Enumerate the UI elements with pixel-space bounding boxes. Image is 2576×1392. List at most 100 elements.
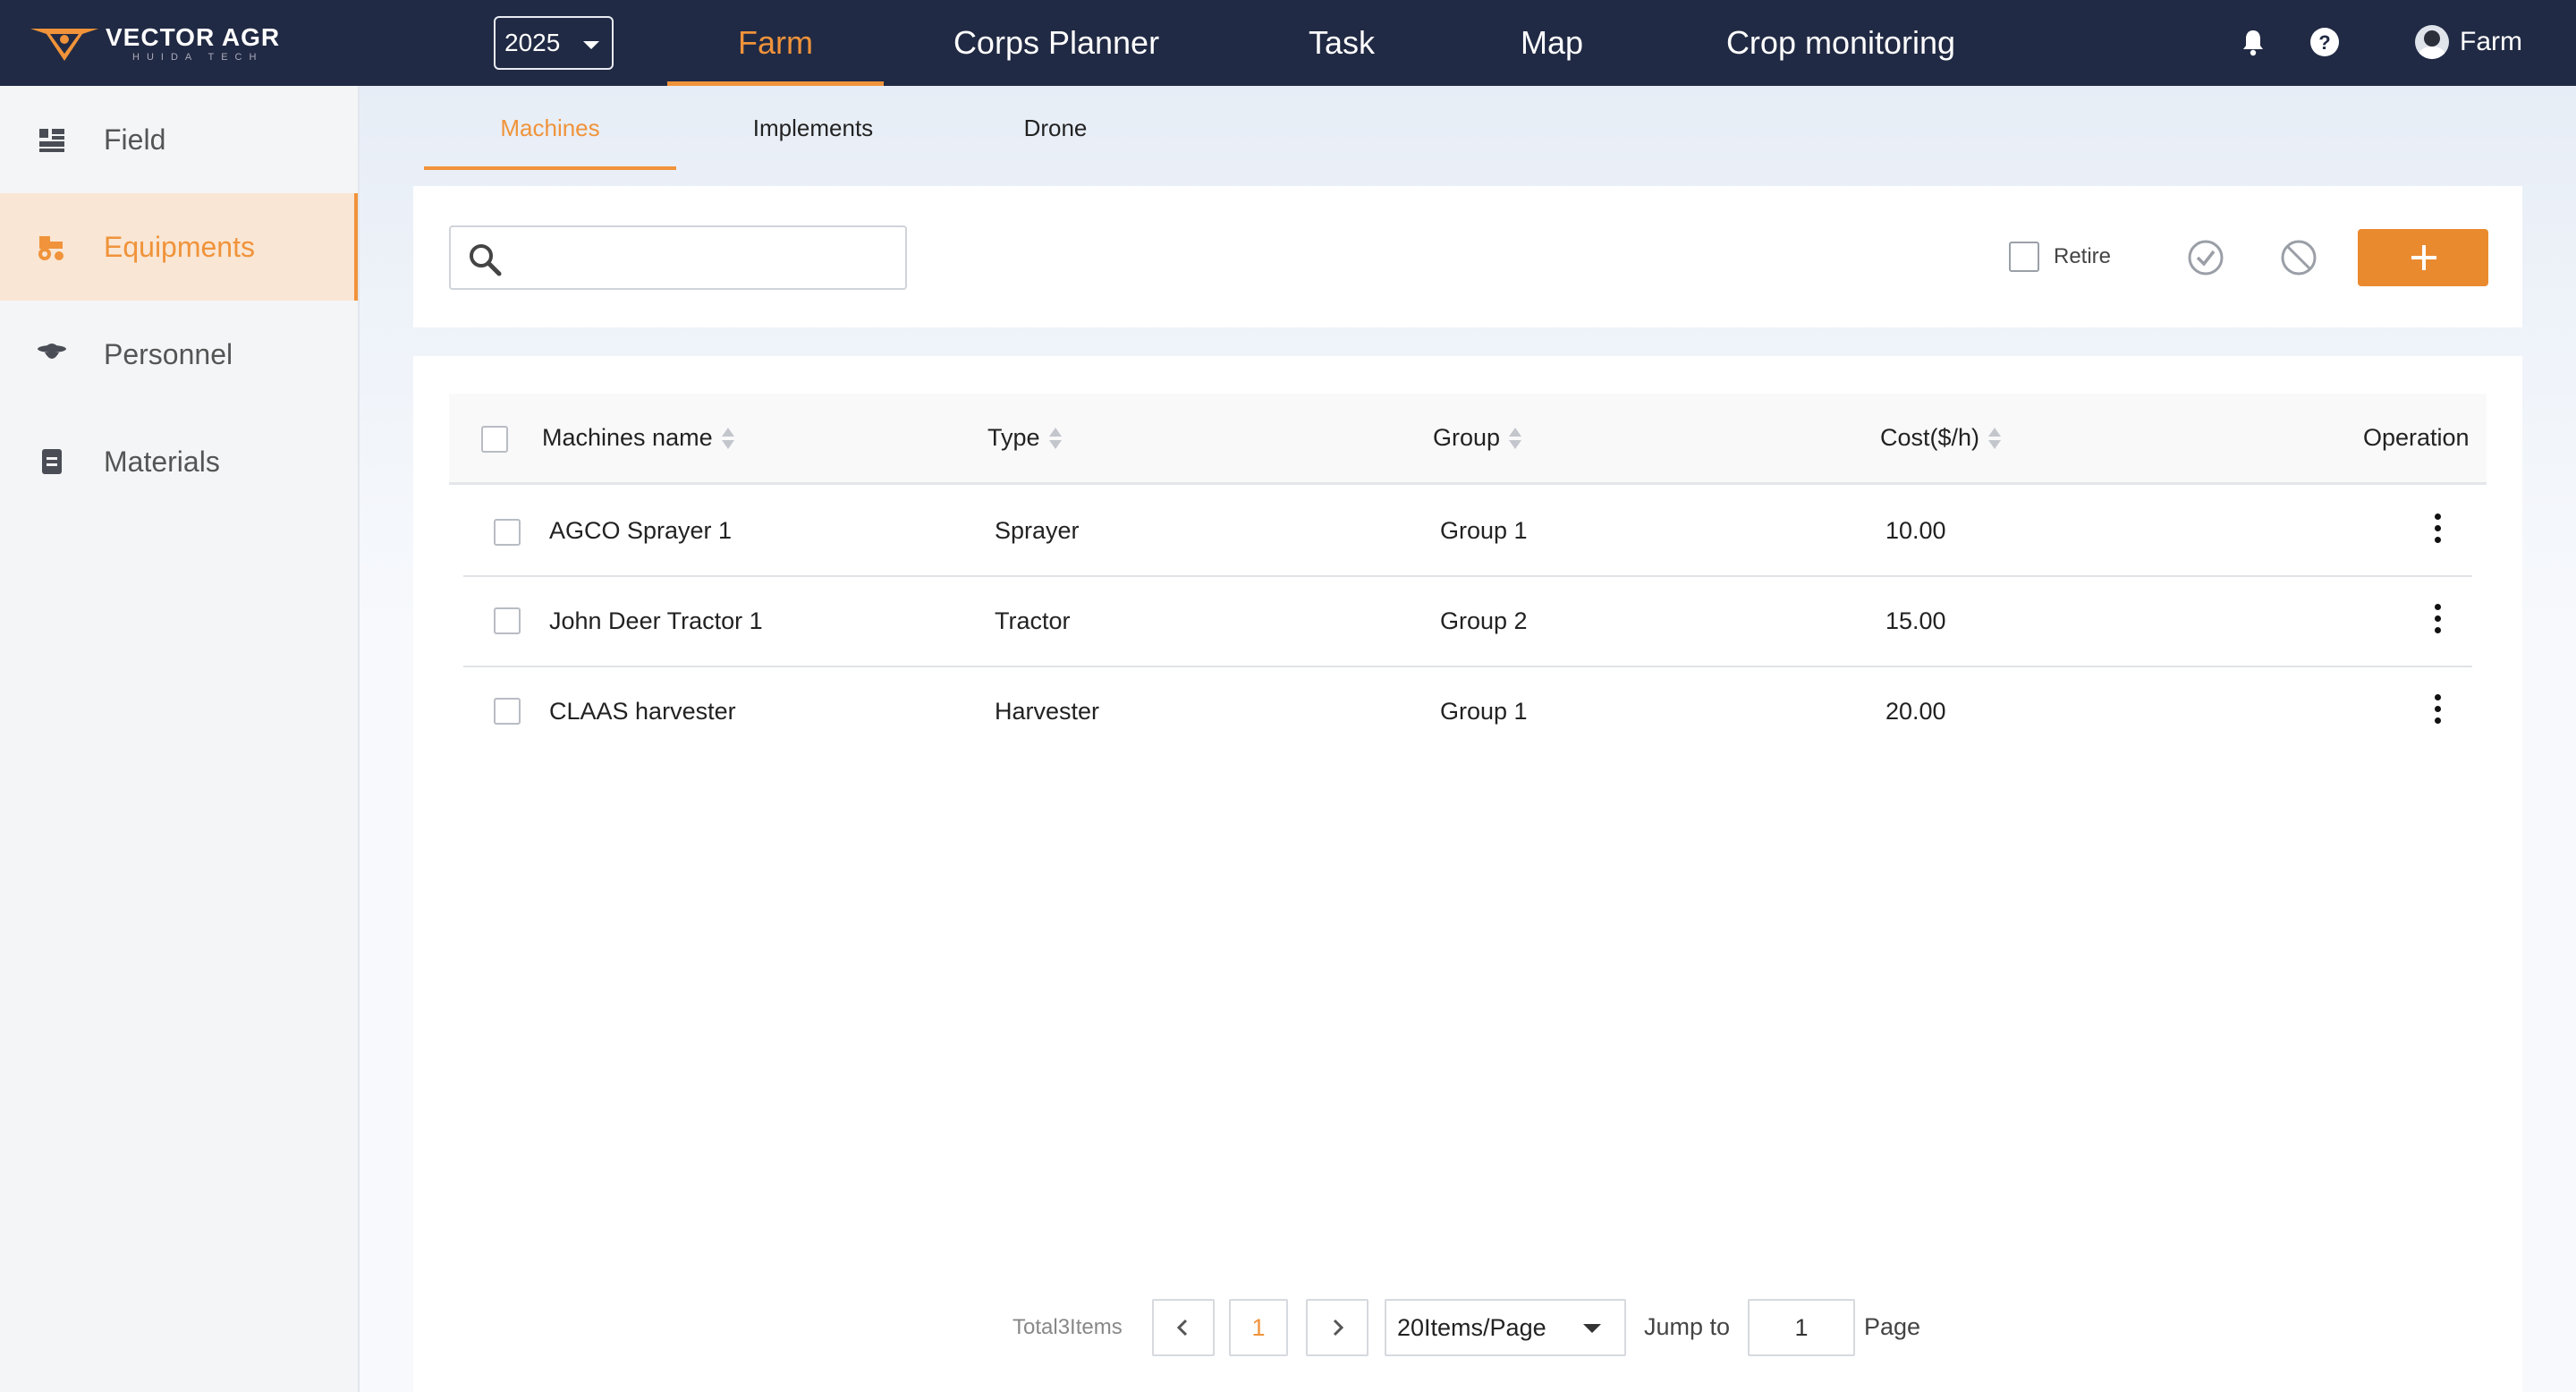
page-size-value: 20Items/Page (1397, 1313, 1546, 1341)
tab-drone[interactable]: Drone (993, 86, 1118, 170)
nav-corps-planner-label: Corps Planner (953, 24, 1160, 61)
column-header-operation-label: Operation (2363, 424, 2470, 451)
sort-icon[interactable] (1509, 426, 1522, 451)
nav-task-label: Task (1308, 24, 1376, 61)
bell-icon[interactable] (2238, 27, 2268, 57)
row-checkbox[interactable] (494, 519, 521, 546)
year-value: 2025 (504, 29, 561, 56)
user-name: Farm (2460, 27, 2522, 56)
cell-cost: 20.00 (1885, 698, 1946, 725)
nav-map-label: Map (1520, 24, 1584, 61)
nav-crop-monitoring-label: Crop monitoring (1725, 24, 1956, 61)
column-header-name[interactable]: Machines name (542, 424, 734, 452)
sidebar-item-label: Equipments (104, 230, 255, 263)
row-checkbox[interactable] (494, 698, 521, 725)
jump-to-label: Jump to (1644, 1313, 1731, 1340)
nav-map[interactable]: Map (1503, 0, 1601, 86)
retire-label: Retire (2054, 244, 2112, 268)
clipboard-icon (42, 449, 62, 474)
field-icon (39, 129, 64, 152)
page-label: Page (1864, 1313, 1921, 1340)
chevron-right-icon (1333, 1319, 1344, 1337)
add-machine-button[interactable] (2358, 229, 2488, 286)
more-vertical-icon[interactable] (2435, 694, 2442, 730)
nav-farm[interactable]: Farm (667, 0, 884, 86)
tab-implements-label: Implements (752, 114, 874, 141)
filter-toolbar: Retire (413, 186, 2522, 327)
sort-icon[interactable] (1988, 426, 2002, 451)
disable-icon[interactable] (2279, 238, 2318, 277)
jump-to-input[interactable] (1748, 1299, 1855, 1356)
more-vertical-icon[interactable] (2435, 604, 2442, 640)
top-navigation-bar: VECTOR AGR HUIDA TECH 2025 Farm Corps Pl… (0, 0, 2576, 86)
column-header-cost[interactable]: Cost($/h) (1880, 424, 2002, 452)
user-menu[interactable]: Farm (2415, 25, 2522, 59)
page-size-select[interactable]: 20Items/Page (1385, 1299, 1626, 1356)
cell-cost: 10.00 (1885, 517, 1946, 544)
search-box[interactable] (449, 225, 907, 290)
sidebar-item-label: Materials (104, 445, 220, 478)
pagination-total: Total3Items (1013, 1315, 1123, 1339)
prev-page-button[interactable] (1152, 1299, 1215, 1356)
retire-filter[interactable]: Retire (2009, 242, 2111, 272)
sidebar-item-field[interactable]: Field (0, 86, 358, 193)
table-row[interactable]: AGCO Sprayer 1 Sprayer Group 1 10.00 (463, 487, 2472, 577)
select-all-checkbox[interactable] (481, 426, 508, 453)
farmer-icon (38, 344, 66, 359)
sidebar-item-materials[interactable]: Materials (0, 408, 358, 515)
cell-name: John Deer Tractor 1 (549, 607, 763, 634)
sort-icon[interactable] (1048, 426, 1062, 451)
chevron-down-icon (583, 41, 599, 49)
row-checkbox[interactable] (494, 607, 521, 634)
search-input[interactable] (513, 236, 889, 279)
brand-tagline: HUIDA TECH (132, 52, 264, 63)
sidebar-item-equipments[interactable]: Equipments (0, 193, 358, 301)
tab-implements[interactable]: Implements (716, 86, 911, 170)
column-header-cost-label: Cost($/h) (1880, 424, 1980, 451)
app-logo[interactable]: VECTOR AGR HUIDA TECH (29, 21, 279, 66)
tab-machines-label: Machines (500, 114, 600, 141)
cell-group: Group 1 (1440, 517, 1528, 544)
cell-type: Tractor (995, 607, 1071, 634)
sidebar: Field Equipments Personnel Materials (0, 86, 360, 1392)
cell-type: Sprayer (995, 517, 1080, 544)
column-header-type[interactable]: Type (987, 424, 1062, 452)
page-number-button[interactable]: 1 (1229, 1299, 1288, 1356)
sort-icon[interactable] (721, 426, 734, 451)
column-header-group[interactable]: Group (1433, 424, 1522, 452)
cell-name: CLAAS harvester (549, 698, 736, 725)
page-number: 1 (1251, 1313, 1266, 1341)
chevron-left-icon (1176, 1319, 1188, 1337)
logo-mark-icon (30, 29, 98, 61)
year-select[interactable]: 2025 (494, 16, 614, 70)
more-vertical-icon[interactable] (2435, 514, 2442, 549)
column-header-operation: Operation (2363, 424, 2470, 452)
column-header-name-label: Machines name (542, 424, 713, 451)
tab-drone-label: Drone (1023, 114, 1088, 141)
svg-text:?: ? (2318, 31, 2330, 54)
tab-machines[interactable]: Machines (424, 86, 676, 170)
help-icon[interactable]: ? (2309, 27, 2340, 57)
cell-type: Harvester (995, 698, 1100, 725)
nav-crop-monitoring[interactable]: Crop monitoring (1708, 0, 1973, 86)
table-row[interactable]: John Deer Tractor 1 Tractor Group 2 15.0… (463, 577, 2472, 667)
brand-name: VECTOR AGR (106, 23, 281, 51)
nav-farm-label: Farm (738, 24, 813, 61)
nav-corps-planner[interactable]: Corps Planner (936, 0, 1177, 86)
avatar (2415, 25, 2449, 59)
table-row[interactable]: CLAAS harvester Harvester Group 1 20.00 (463, 667, 2472, 758)
chevron-down-icon (1583, 1324, 1601, 1333)
retire-checkbox[interactable] (2009, 242, 2039, 272)
tractor-icon (38, 236, 64, 260)
cell-group: Group 2 (1440, 607, 1528, 634)
check-circle-icon[interactable] (2186, 238, 2225, 277)
nav-task[interactable]: Task (1279, 0, 1404, 86)
column-header-group-label: Group (1433, 424, 1501, 451)
next-page-button[interactable] (1306, 1299, 1368, 1356)
search-icon (470, 244, 502, 276)
sidebar-item-personnel[interactable]: Personnel (0, 301, 358, 408)
machines-table-card: Machines name Type Group Cost($/h) Opera… (413, 356, 2522, 1392)
table-header: Machines name Type Group Cost($/h) Opera… (449, 394, 2487, 485)
sidebar-item-label: Field (104, 123, 166, 156)
cell-name: AGCO Sprayer 1 (549, 517, 733, 544)
